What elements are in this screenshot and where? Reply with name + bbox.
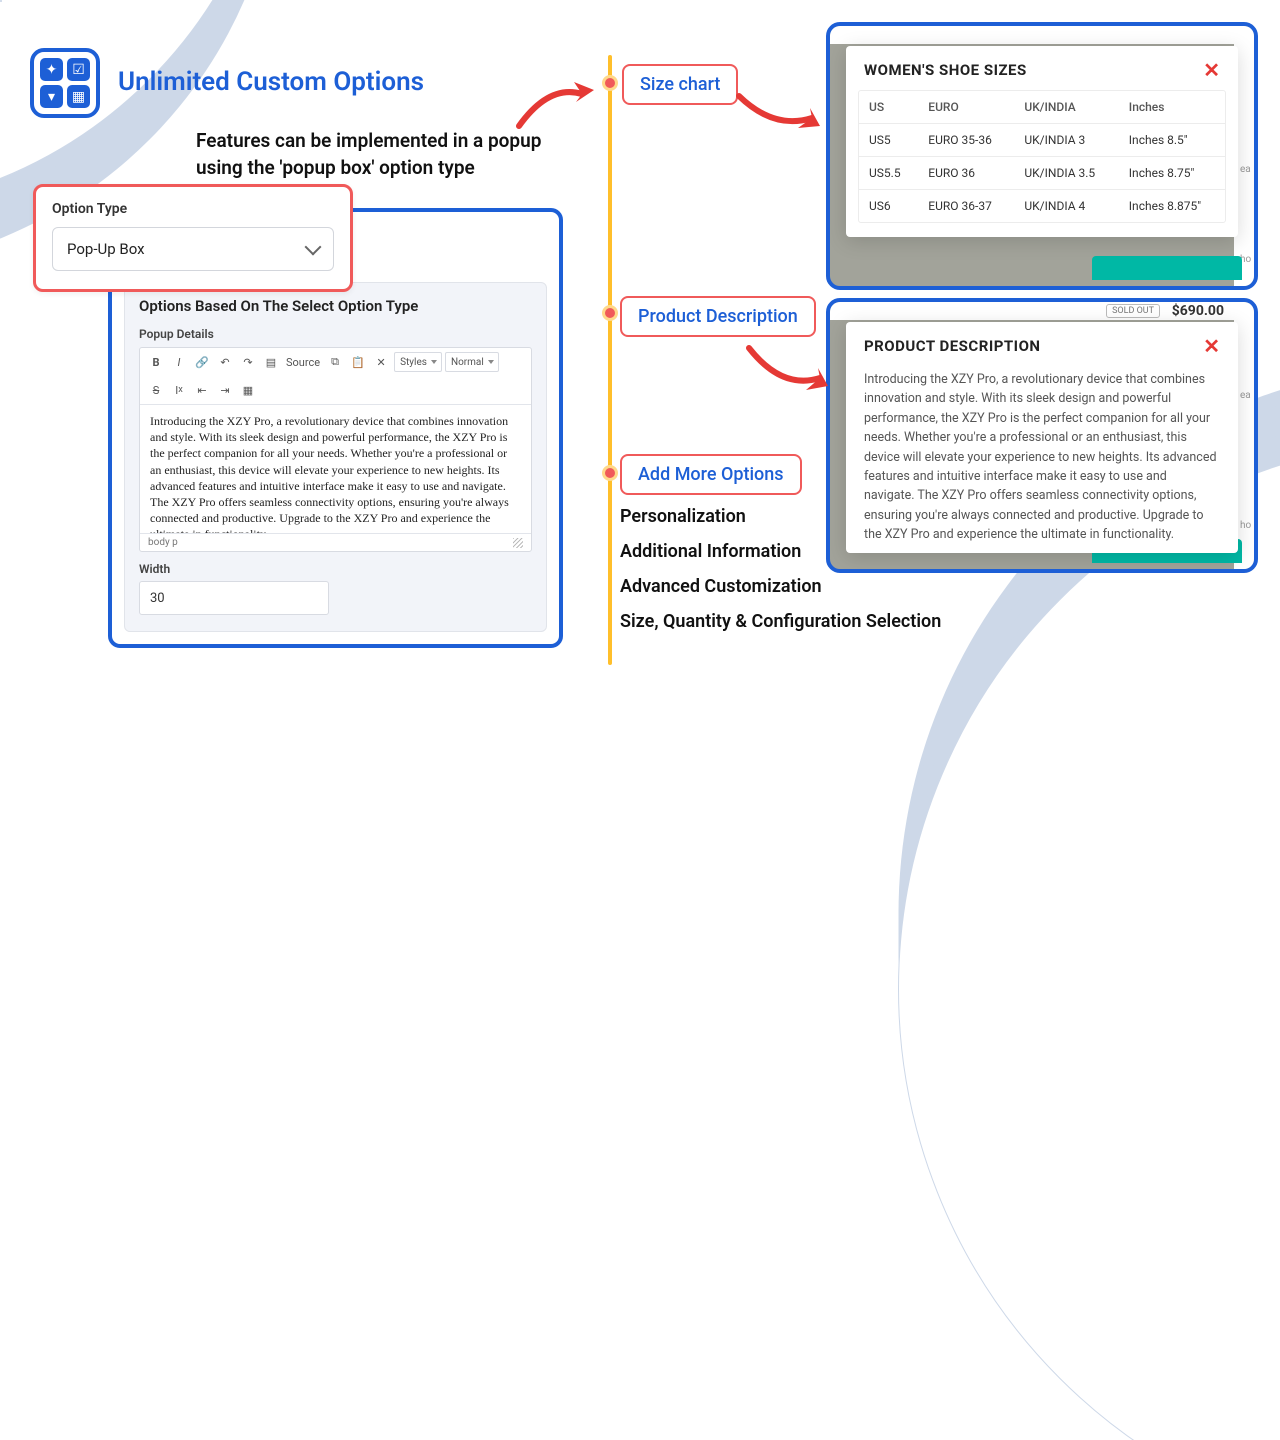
- chevron-down-icon: [305, 239, 322, 256]
- popup-details-label: Popup Details: [139, 327, 532, 341]
- product-description-title: PRODUCT DESCRIPTION: [864, 337, 1041, 355]
- rte-statusbar: body p: [140, 533, 531, 551]
- product-price: $690.00: [1172, 302, 1224, 320]
- strike-icon[interactable]: S: [146, 380, 166, 400]
- tag-size-chart[interactable]: Size chart: [622, 64, 738, 105]
- teal-cta-button[interactable]: [1092, 256, 1242, 280]
- rte-textarea[interactable]: Introducing the XZY Pro, a revolutionary…: [140, 405, 531, 533]
- italic-icon[interactable]: I: [169, 352, 189, 372]
- styles-select[interactable]: Styles: [394, 352, 442, 372]
- more-option-item: Advanced Customization: [620, 576, 941, 597]
- size-chart-modal: WOMEN'S SHOE SIZES ✕ US EURO UK/INDIA In…: [846, 46, 1238, 237]
- copy-icon[interactable]: ⧉: [325, 352, 345, 372]
- rte-toolbar: B I 🔗 ↶ ↷ ▤ Source ⧉ 📋 ✕ Styles Normal S…: [140, 348, 531, 405]
- table-row: US6EURO 36-37UK/INDIA 4Inches 8.875": [859, 190, 1225, 223]
- outdent-icon[interactable]: ⇤: [192, 380, 212, 400]
- arrow-icon: [734, 88, 824, 142]
- table-row: US5.5EURO 36UK/INDIA 3.5Inches 8.75": [859, 157, 1225, 190]
- source-button[interactable]: Source: [284, 352, 322, 372]
- timeline-dot-1: [602, 75, 618, 91]
- clear-icon[interactable]: ✕: [371, 352, 391, 372]
- more-option-item: Size, Quantity & Configuration Selection: [620, 611, 941, 632]
- option-type-card: Option Type Pop-Up Box: [33, 184, 353, 292]
- timeline-rail: [608, 55, 612, 665]
- table-row: US5EURO 35-36UK/INDIA 3Inches 8.5": [859, 124, 1225, 157]
- size-chart-title: WOMEN'S SHOE SIZES: [864, 61, 1027, 79]
- resize-grip-icon[interactable]: [513, 538, 523, 548]
- source-icon[interactable]: ▤: [261, 352, 281, 372]
- tag-add-more-options[interactable]: Add More Options: [620, 454, 802, 495]
- arrow-icon: [744, 340, 834, 404]
- table-header-row: US EURO UK/INDIA Inches: [859, 91, 1225, 124]
- size-chart-table: US EURO UK/INDIA Inches US5EURO 35-36UK/…: [859, 91, 1225, 222]
- more-option-item: Additional Information: [620, 541, 941, 562]
- option-type-label: Option Type: [52, 201, 334, 217]
- editor-panel-title: Options Based On The Select Option Type: [139, 297, 532, 315]
- bold-icon[interactable]: B: [146, 352, 166, 372]
- timeline-dot-3: [602, 465, 618, 481]
- paste-icon[interactable]: 📋: [348, 352, 368, 372]
- subscript-icon[interactable]: Ix: [169, 380, 189, 400]
- sold-out-badge: SOLD OUT: [1106, 304, 1160, 318]
- app-logo-icon: ✦☑▾▦: [30, 48, 100, 118]
- close-icon[interactable]: ✕: [1203, 336, 1220, 356]
- width-label: Width: [139, 562, 532, 576]
- rte-path: body p: [148, 537, 178, 548]
- indent-icon[interactable]: ⇥: [215, 380, 235, 400]
- link-icon[interactable]: 🔗: [192, 352, 212, 372]
- undo-icon[interactable]: ↶: [215, 352, 235, 372]
- more-options-list: Personalization Additional Information A…: [620, 506, 941, 632]
- option-type-value: Pop-Up Box: [67, 240, 145, 258]
- tag-product-description[interactable]: Product Description: [620, 296, 816, 337]
- timeline-dot-2: [602, 305, 618, 321]
- close-icon[interactable]: ✕: [1203, 60, 1220, 80]
- app-header: ✦☑▾▦ Unlimited Custom Options: [30, 48, 424, 118]
- app-title: Unlimited Custom Options: [118, 67, 424, 98]
- format-select[interactable]: Normal: [445, 352, 499, 372]
- option-type-select[interactable]: Pop-Up Box: [52, 227, 334, 271]
- preview-size-chart-frame: eaho WOMEN'S SHOE SIZES ✕ US EURO UK/IND…: [826, 22, 1258, 290]
- header-subtitle: Features can be implemented in a popup u…: [196, 128, 586, 181]
- table-icon[interactable]: ▦: [238, 380, 258, 400]
- more-option-item: Personalization: [620, 506, 941, 527]
- width-input[interactable]: [139, 581, 329, 615]
- redo-icon[interactable]: ↷: [238, 352, 258, 372]
- rich-text-editor: B I 🔗 ↶ ↷ ▤ Source ⧉ 📋 ✕ Styles Normal S…: [139, 347, 532, 552]
